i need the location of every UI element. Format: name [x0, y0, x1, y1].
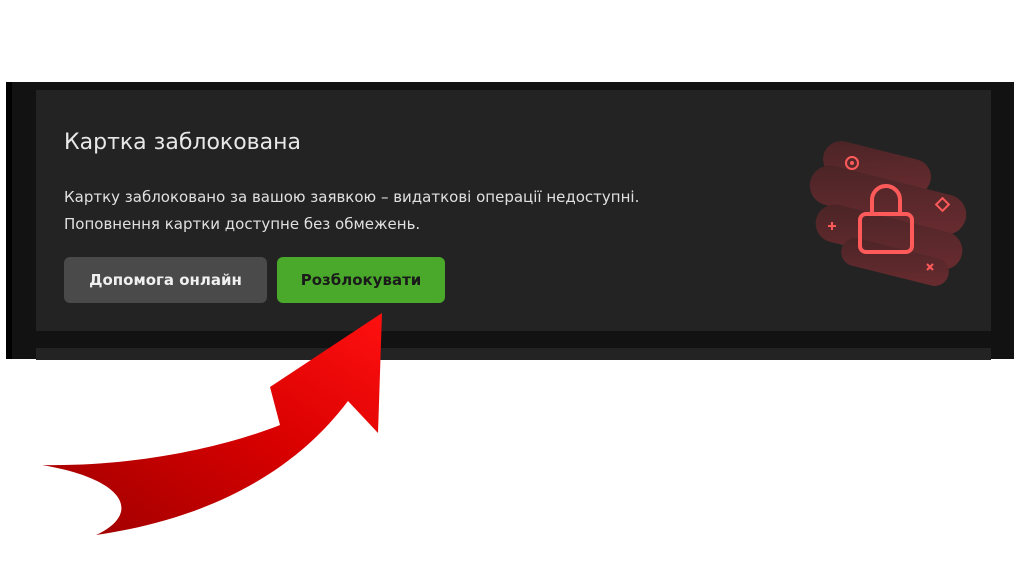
card-title: Картка заблокована: [64, 130, 301, 155]
card-description: Картку заблоковано за вашою заявкою – ви…: [64, 184, 639, 238]
lock-illustration: [809, 141, 967, 286]
card-description-line-2: Поповнення картки доступне без обмежень.: [64, 215, 421, 233]
help-online-button[interactable]: Допомога онлайн: [64, 257, 267, 303]
card-blocked-notice: Картка заблокована Картку заблоковано за…: [36, 90, 991, 331]
left-edge: [6, 82, 12, 359]
screenshot-stage: Картка заблокована Картку заблоковано за…: [0, 0, 1024, 577]
arrow-annotation: [42, 313, 382, 535]
unlock-button[interactable]: Розблокувати: [277, 257, 445, 303]
card-description-line-1: Картку заблоковано за вашою заявкою – ви…: [64, 188, 640, 206]
